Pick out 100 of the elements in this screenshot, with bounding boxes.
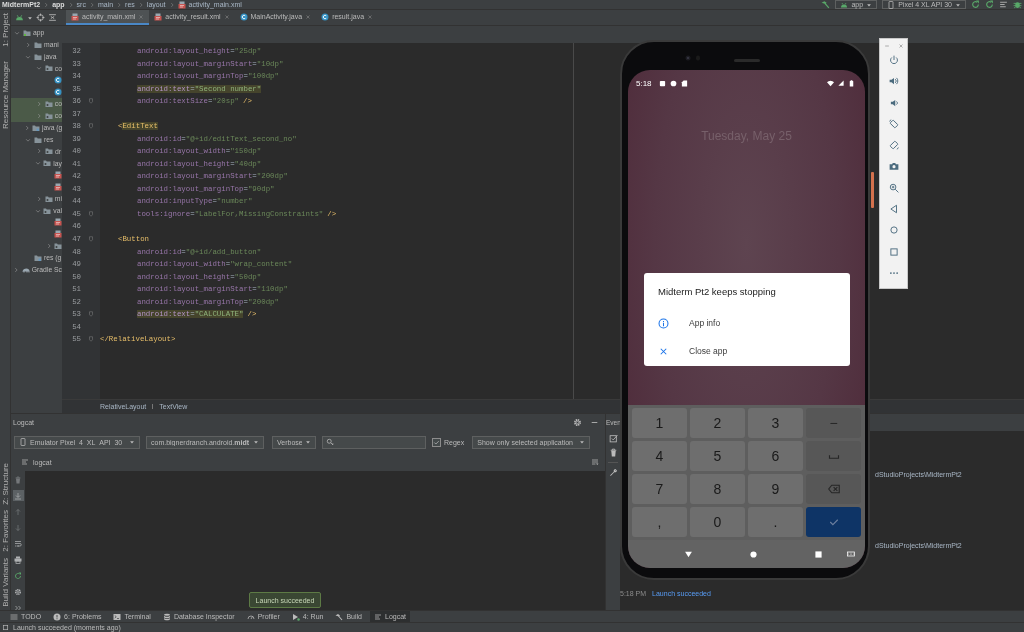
chevron-right-icon[interactable] <box>36 148 42 155</box>
trash-icon[interactable] <box>608 448 618 457</box>
close-icon[interactable] <box>223 13 230 20</box>
lines-icon <box>374 612 382 621</box>
collapse-icon[interactable] <box>48 13 57 22</box>
folder-icon <box>43 159 52 168</box>
chevron-down-icon[interactable] <box>14 29 20 36</box>
zoom-icon[interactable] <box>888 182 899 193</box>
check-icon <box>433 438 440 446</box>
status-box-icon[interactable] <box>2 624 9 631</box>
keypad-key[interactable]: 2 <box>690 408 745 438</box>
keypad-key[interactable]: 5 <box>690 441 745 471</box>
back-icon[interactable] <box>888 204 899 215</box>
fold-marker-icon[interactable] <box>87 123 94 130</box>
info-icon <box>658 317 669 329</box>
fold-marker-icon[interactable] <box>87 311 94 318</box>
crosshair-icon[interactable] <box>36 13 45 22</box>
keypad-key[interactable] <box>806 474 861 504</box>
android-icon[interactable] <box>15 13 24 22</box>
folder-icon <box>44 64 53 73</box>
class-icon <box>54 88 62 97</box>
chevron-right-icon[interactable] <box>13 266 20 273</box>
chevron-right-icon[interactable] <box>25 41 31 48</box>
tool-window-tab[interactable]: Build Variants <box>0 558 10 607</box>
soft-wrap-icon <box>14 539 22 548</box>
keyboard-icon[interactable] <box>847 550 855 558</box>
down-triangle-icon[interactable] <box>684 549 693 559</box>
folder-icon <box>44 111 53 120</box>
power-icon[interactable] <box>888 55 899 65</box>
keypad-key[interactable]: , <box>632 507 687 537</box>
wifi-icon <box>827 79 834 87</box>
search-field[interactable] <box>322 435 426 449</box>
database-icon <box>162 612 171 621</box>
fold-marker-icon[interactable] <box>87 236 94 242</box>
caret-icon <box>253 439 259 445</box>
keypad-key[interactable]: 4 <box>632 441 687 471</box>
chevron-right-icon <box>137 1 144 8</box>
up-arrow-icon <box>14 507 22 516</box>
chevron-down-icon[interactable] <box>35 160 42 167</box>
chevron-right-icon <box>168 1 175 8</box>
dialog-action[interactable]: App info <box>644 309 850 337</box>
rotate-right-icon[interactable] <box>888 140 899 151</box>
scroll-to-end-icon <box>14 491 22 500</box>
square-icon[interactable] <box>814 549 823 559</box>
sd-card-icon <box>680 79 688 87</box>
keypad-key[interactable]: . <box>748 507 803 537</box>
chevron-right-icon[interactable] <box>46 243 52 250</box>
keypad-key[interactable]: 3 <box>748 408 803 438</box>
camera-icon[interactable] <box>888 161 899 172</box>
tool-window-tab[interactable]: 2: Favorites <box>0 510 10 553</box>
overview-icon[interactable] <box>888 246 899 257</box>
tool-window-tab[interactable]: Z: Structure <box>0 462 10 505</box>
keypad-key[interactable]: 6 <box>748 441 803 471</box>
chevron-right-icon <box>116 1 123 8</box>
settings-button[interactable] <box>12 586 24 597</box>
class-icon <box>54 76 62 85</box>
folder-icon <box>45 147 53 156</box>
close-icon[interactable] <box>305 13 312 20</box>
circle-icon[interactable] <box>749 549 758 559</box>
settings-icon[interactable] <box>573 418 582 427</box>
keypad-key[interactable]: 0 <box>690 507 745 537</box>
volume-down-icon[interactable] <box>888 97 899 108</box>
list-options-icon[interactable] <box>591 458 599 466</box>
lines-icon[interactable] <box>999 0 1008 9</box>
file-icon <box>54 218 62 227</box>
rotate-left-icon[interactable] <box>888 118 899 129</box>
tool-window-tab[interactable]: Resource Manager <box>0 60 10 129</box>
down-arrow-icon <box>14 523 22 532</box>
chevron-down-icon[interactable] <box>25 136 31 143</box>
regex-checkbox[interactable] <box>432 437 441 447</box>
soft-wrap-button[interactable] <box>12 538 24 549</box>
wrench-icon[interactable] <box>608 468 618 477</box>
keypad-key[interactable]: 9 <box>748 474 803 504</box>
chevron-down-icon[interactable] <box>35 207 42 214</box>
volume-up-icon[interactable] <box>888 76 899 87</box>
close-icon[interactable] <box>138 13 145 20</box>
list-icon <box>10 612 18 621</box>
keypad-key[interactable]: 1 <box>632 408 687 438</box>
keypad-key[interactable]: 8 <box>690 474 745 504</box>
class-icon <box>239 12 248 21</box>
scroll-to-end-button[interactable] <box>12 490 24 501</box>
dialog-title: Midterm Pt2 keeps stopping <box>657 284 777 299</box>
home-icon[interactable] <box>888 225 899 236</box>
fold-marker-icon[interactable] <box>87 336 94 343</box>
chevron-right-icon[interactable] <box>35 195 42 202</box>
folder-icon <box>44 194 53 203</box>
tool-window-tab[interactable]: 1: Project <box>0 13 10 47</box>
restart-button[interactable] <box>12 570 24 581</box>
keypad-key[interactable]: 7 <box>632 474 687 504</box>
fold-marker-icon[interactable] <box>87 210 94 217</box>
hammer-icon[interactable] <box>821 0 831 9</box>
dialog-action[interactable]: Close app <box>644 337 850 365</box>
bug-icon[interactable] <box>1013 0 1022 9</box>
printer-button[interactable] <box>12 554 24 565</box>
close-icon[interactable] <box>897 43 904 49</box>
close-icon[interactable] <box>367 13 374 20</box>
fold-marker-icon[interactable] <box>87 98 94 105</box>
checklist-icon[interactable] <box>608 434 618 443</box>
file-icon <box>54 230 62 239</box>
caret-icon[interactable] <box>27 14 33 21</box>
